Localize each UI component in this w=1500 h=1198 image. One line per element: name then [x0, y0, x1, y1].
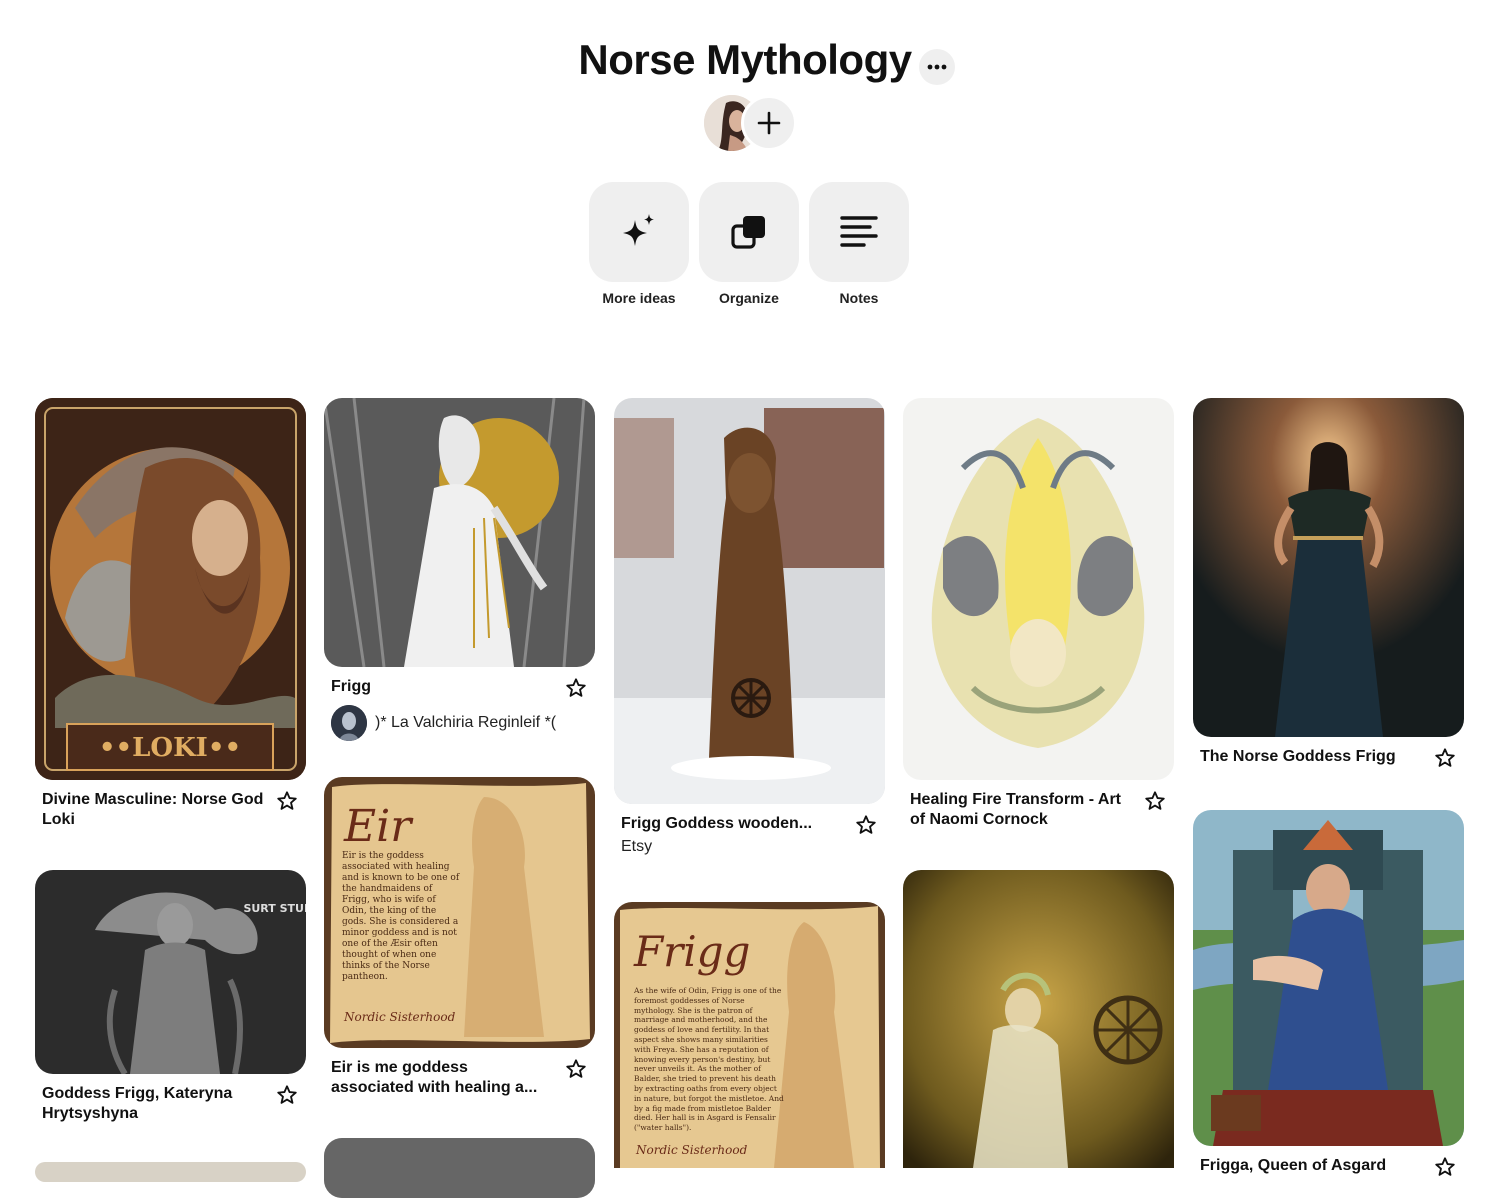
pin-image[interactable]: ••LOKI••: [35, 398, 306, 780]
board-title: Norse Mythology: [578, 36, 912, 83]
star-icon[interactable]: [276, 790, 298, 812]
pin-image[interactable]: [324, 1138, 595, 1198]
pin-image[interactable]: Frigg As the wife of Odin, Frigg is one …: [614, 902, 885, 1168]
eir-art-sign: Nordic Sisterhood: [343, 1010, 456, 1024]
organize-label: Organize: [719, 290, 779, 306]
star-icon[interactable]: [276, 1084, 298, 1106]
frigg-art-title: Frigg: [633, 927, 750, 976]
pin-source[interactable]: Etsy: [614, 834, 885, 856]
pin-image[interactable]: [324, 398, 595, 667]
pin-title[interactable]: Frigg Goddess wooden...: [621, 815, 812, 832]
notes-button[interactable]: [809, 182, 909, 282]
plus-icon: [757, 111, 781, 135]
organize-icon: [731, 216, 765, 249]
pin-card[interactable]: SURT STUDIO Goddess Frigg, Kateryna Hryt…: [35, 870, 306, 1124]
more-ideas-label: More ideas: [602, 290, 676, 306]
organize-action[interactable]: Organize: [698, 182, 800, 306]
notes-icon: [840, 216, 878, 247]
pin-card[interactable]: Frigg As the wife of Odin, Frigg is one …: [614, 902, 885, 1168]
eir-art-text: Eir is the goddess associated with heali…: [342, 851, 460, 982]
star-icon[interactable]: [1434, 747, 1456, 769]
pin-title[interactable]: Frigg: [331, 678, 371, 695]
pin-image[interactable]: [903, 398, 1174, 780]
board-header: Norse Mythology More ideas Organize Note…: [0, 0, 1500, 330]
star-icon[interactable]: [565, 1058, 587, 1080]
pin-title[interactable]: Divine Masculine: Norse God Loki: [42, 791, 263, 828]
pin-title[interactable]: The Norse Goddess Frigg: [1200, 748, 1396, 765]
owner-name[interactable]: )* La Valchiria Reginleif *(: [375, 714, 556, 732]
frigg-art-text: As the wife of Odin, Frigg is one of the…: [634, 986, 784, 1133]
pin-card[interactable]: [324, 1138, 595, 1198]
pin-card[interactable]: [903, 870, 1174, 1168]
more-ideas-action[interactable]: More ideas: [588, 182, 690, 306]
pin-image[interactable]: Eir Eir is the goddess associated with h…: [324, 777, 595, 1048]
pin-owner[interactable]: )* La Valchiria Reginleif *(: [324, 697, 595, 741]
star-icon[interactable]: [1434, 1156, 1456, 1178]
ellipsis-icon: [927, 64, 947, 70]
pin-image[interactable]: [614, 398, 885, 804]
pin-title[interactable]: Frigga, Queen of Asgard: [1200, 1157, 1386, 1174]
star-icon[interactable]: [855, 814, 877, 836]
pin-card[interactable]: Frigg )* La Valchiria Reginleif *(: [324, 398, 595, 741]
pin-title[interactable]: Eir is me goddess associated with healin…: [331, 1059, 537, 1096]
pin-image[interactable]: SURT STUDIO: [35, 870, 306, 1074]
pin-image[interactable]: [903, 870, 1174, 1168]
pin-title[interactable]: Goddess Frigg, Kateryna Hrytsyshyna: [42, 1085, 232, 1122]
pin-card[interactable]: [35, 1162, 306, 1182]
star-icon[interactable]: [1144, 790, 1166, 812]
pin-image[interactable]: [1193, 398, 1464, 737]
sparkle-icon: [623, 214, 654, 246]
organize-button[interactable]: [699, 182, 799, 282]
pin-card[interactable]: Eir Eir is the goddess associated with h…: [324, 777, 595, 1098]
surt-logo-text: SURT STUDIO: [243, 902, 306, 915]
more-options-button[interactable]: [919, 49, 955, 85]
loki-art-text: ••LOKI••: [99, 733, 241, 763]
pin-card[interactable]: ••LOKI•• Divine Masculine: Norse God Lok…: [35, 398, 306, 830]
pin-card[interactable]: Frigga, Queen of Asgard: [1193, 810, 1464, 1176]
star-icon[interactable]: [565, 677, 587, 699]
add-collaborator-button[interactable]: [741, 95, 797, 151]
more-ideas-button[interactable]: [589, 182, 689, 282]
pin-card[interactable]: Healing Fire Transform - Art of Naomi Co…: [903, 398, 1174, 830]
pin-image[interactable]: [1193, 810, 1464, 1146]
pin-card[interactable]: Frigg Goddess wooden... Etsy: [614, 398, 885, 856]
pin-title[interactable]: Healing Fire Transform - Art of Naomi Co…: [910, 791, 1121, 828]
notes-action[interactable]: Notes: [808, 182, 910, 306]
pin-card[interactable]: The Norse Goddess Frigg: [1193, 398, 1464, 767]
owner-avatar[interactable]: [331, 705, 367, 741]
eir-art-title: Eir: [343, 801, 414, 852]
frigg-art-sign: Nordic Sisterhood: [635, 1143, 748, 1157]
pin-image[interactable]: [35, 1162, 306, 1182]
notes-label: Notes: [839, 290, 879, 306]
